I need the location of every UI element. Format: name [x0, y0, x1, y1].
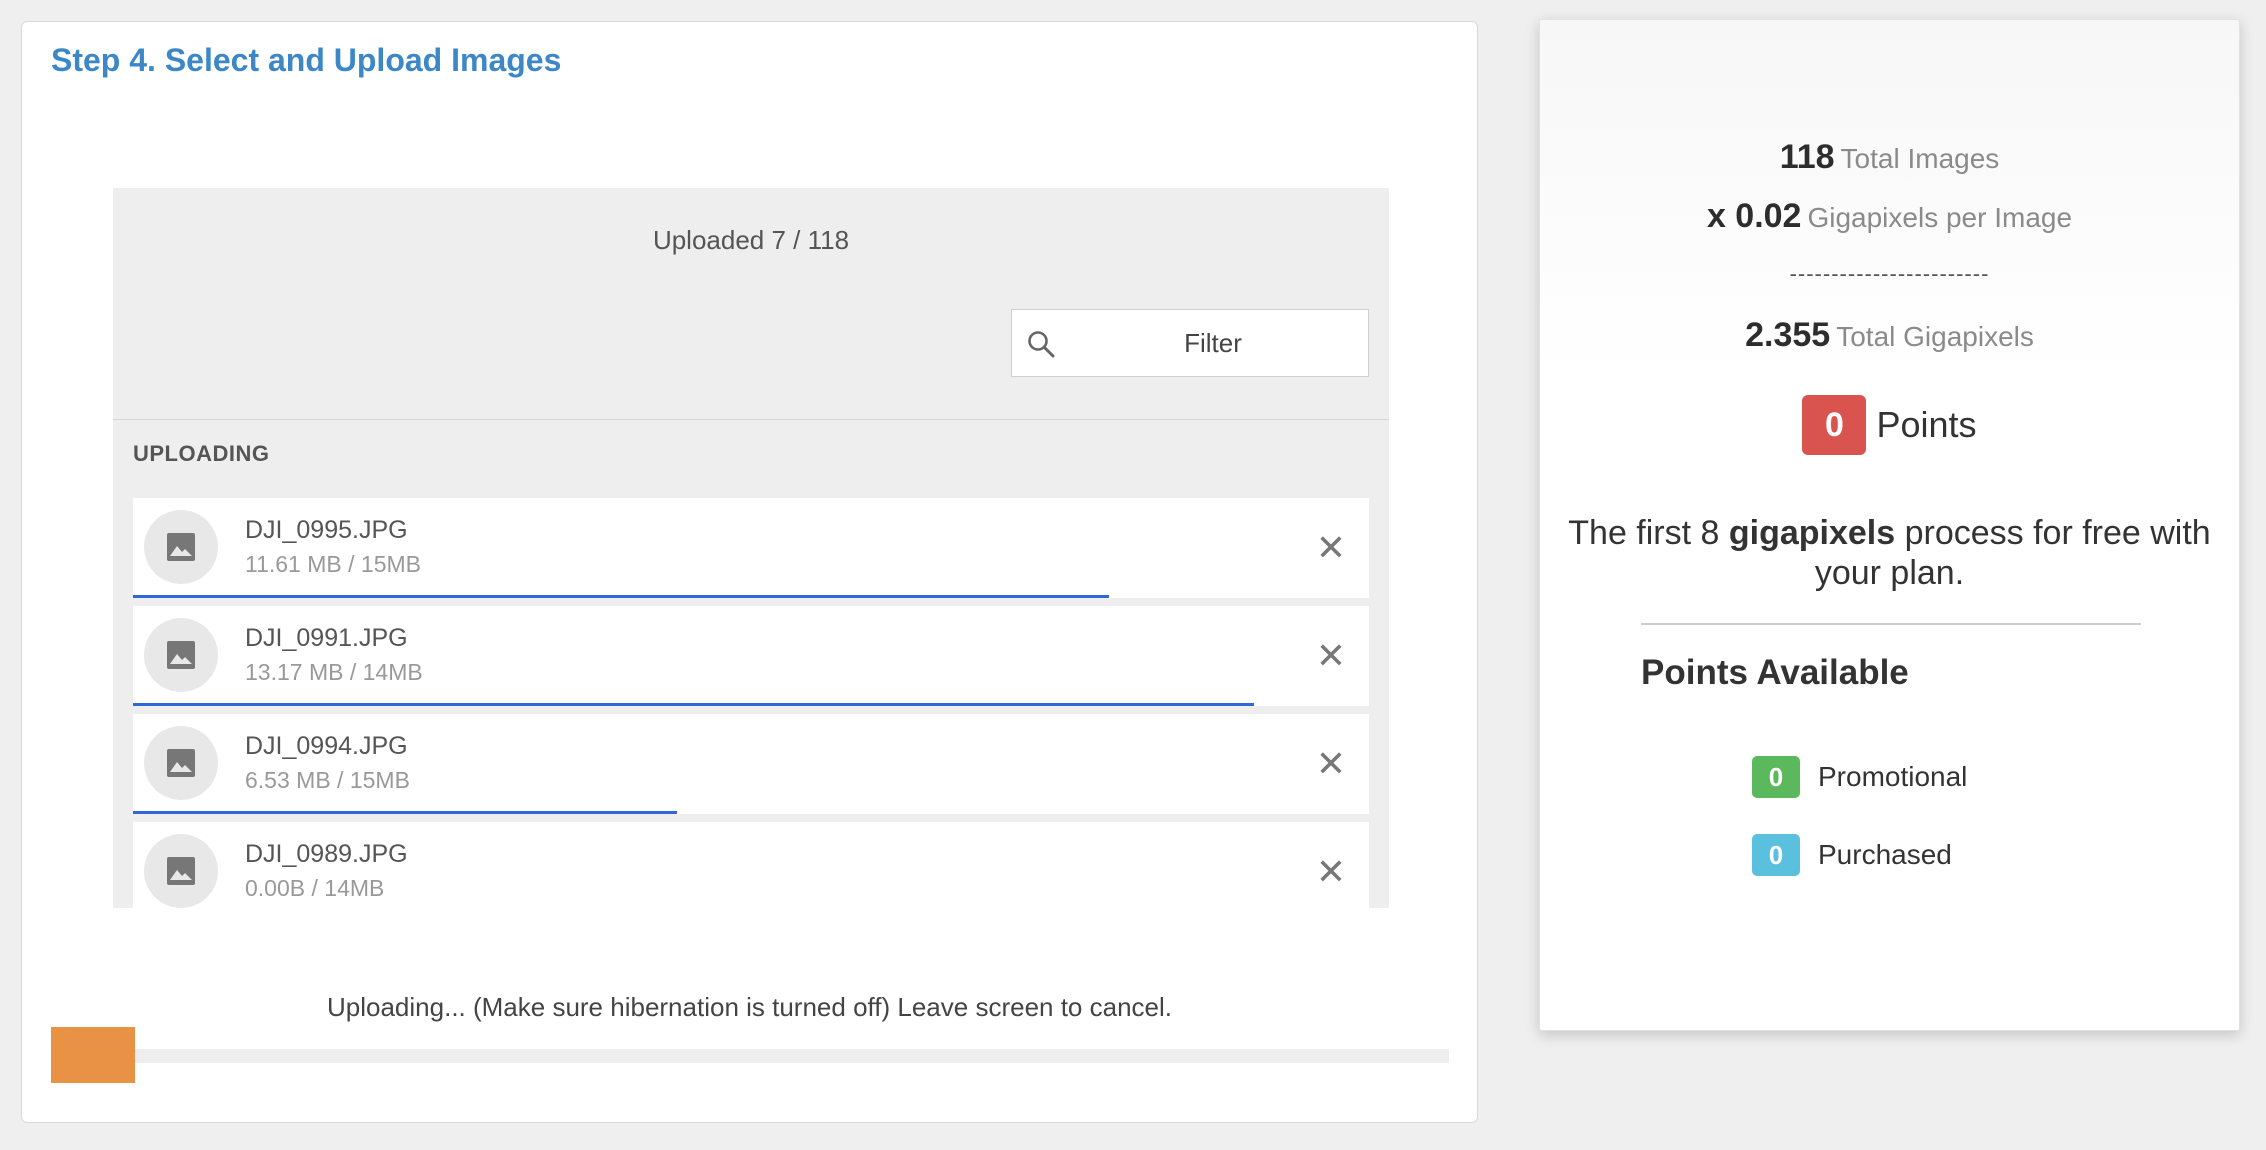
uploading-section-label: UPLOADING [133, 441, 270, 466]
promotional-points-badge: 0 [1752, 756, 1800, 798]
file-row: DJI_0995.JPG 11.61 MB / 15MB ✕ [133, 498, 1369, 598]
overall-progress-track [51, 1027, 1449, 1083]
promotional-points-row: 0 Promotional [1752, 756, 1967, 798]
file-list: DJI_0995.JPG 11.61 MB / 15MB ✕ DJI_0991.… [133, 498, 1369, 930]
promotional-points-label: Promotional [1818, 761, 1968, 792]
file-progress-bar [133, 811, 677, 814]
calc-separator: ------------------------ [1789, 261, 1990, 286]
points-label: Points [1876, 404, 1977, 445]
points-available-title: Points Available [1641, 653, 1909, 692]
close-icon[interactable]: ✕ [1311, 744, 1351, 784]
total-gigapixels-label: Total Gigapixels [1836, 321, 2034, 352]
image-icon [167, 641, 195, 669]
file-thumbnail [144, 726, 218, 800]
file-name: DJI_0991.JPG [245, 624, 408, 652]
divider [113, 419, 1389, 420]
file-name: DJI_0989.JPG [245, 840, 408, 868]
file-size: 11.61 MB / 15MB [245, 551, 421, 577]
file-progress-bar [133, 595, 1110, 598]
purchased-points-label: Purchased [1818, 839, 1952, 870]
total-images-value: 118 [1779, 138, 1835, 176]
close-icon[interactable]: ✕ [1311, 528, 1351, 568]
file-size: 6.53 MB / 15MB [245, 767, 410, 793]
file-size: 0.00B / 14MB [245, 875, 385, 901]
free-plan-note: The first 8 gigapixels process for free … [1560, 513, 2219, 593]
per-image-label: Gigapixels per Image [1807, 202, 2073, 233]
per-image-line: x 0.02 Gigapixels per Image [1540, 197, 2239, 236]
upload-status-text: Uploading... (Make sure hibernation is t… [327, 992, 1172, 1022]
file-row: DJI_0994.JPG 6.53 MB / 15MB ✕ [133, 714, 1369, 814]
total-gigapixels-value: 2.355 [1745, 316, 1831, 354]
purchased-points-badge: 0 [1752, 834, 1800, 876]
file-thumbnail [144, 834, 218, 908]
free-note-bold: gigapixels [1728, 514, 1896, 552]
file-row: DJI_0991.JPG 13.17 MB / 14MB ✕ [133, 606, 1369, 706]
filter-input[interactable] [1068, 310, 1358, 376]
file-progress-bar [133, 703, 1255, 706]
image-icon [167, 749, 195, 777]
upload-list-container: Uploaded 7 / 118 UPLOADING DJI_0995.JPG … [113, 188, 1389, 922]
total-images-line: 118 Total Images [1540, 138, 2239, 177]
file-thumbnail [144, 618, 218, 692]
purchased-points-row: 0 Purchased [1752, 834, 1952, 876]
close-icon[interactable]: ✕ [1311, 636, 1351, 676]
close-icon[interactable]: ✕ [1311, 852, 1351, 892]
free-note-prefix: The first 8 [1568, 514, 1729, 552]
file-name: DJI_0994.JPG [245, 732, 408, 760]
file-size: 13.17 MB / 14MB [245, 659, 423, 685]
per-image-value: x 0.02 [1706, 197, 1802, 235]
filter-box[interactable] [1011, 309, 1369, 377]
image-icon [167, 857, 195, 885]
file-row: DJI_0989.JPG 0.00B / 14MB ✕ [133, 822, 1369, 922]
total-images-label: Total Images [1840, 143, 2000, 174]
divider [1641, 623, 2141, 625]
points-line: 0 Points [1540, 395, 2239, 455]
file-name: DJI_0995.JPG [245, 516, 408, 544]
points-badge: 0 [1802, 395, 1867, 455]
summary-panel: 118 Total Images x 0.02 Gigapixels per Ima… [1539, 19, 2240, 1031]
overall-progress-fill [51, 1027, 135, 1083]
image-icon [167, 533, 195, 561]
uploaded-count: Uploaded 7 / 118 [652, 225, 850, 255]
step-title: Step 4. Select and Upload Images [51, 42, 562, 78]
file-thumbnail [144, 510, 218, 584]
total-gigapixels-line: 2.355 Total Gigapixels [1540, 316, 2239, 355]
calc-separator-line: ------------------------ [1540, 261, 2239, 287]
upload-panel: Step 4. Select and Upload Images Uploade… [21, 21, 1478, 1123]
search-icon [1028, 331, 1055, 358]
